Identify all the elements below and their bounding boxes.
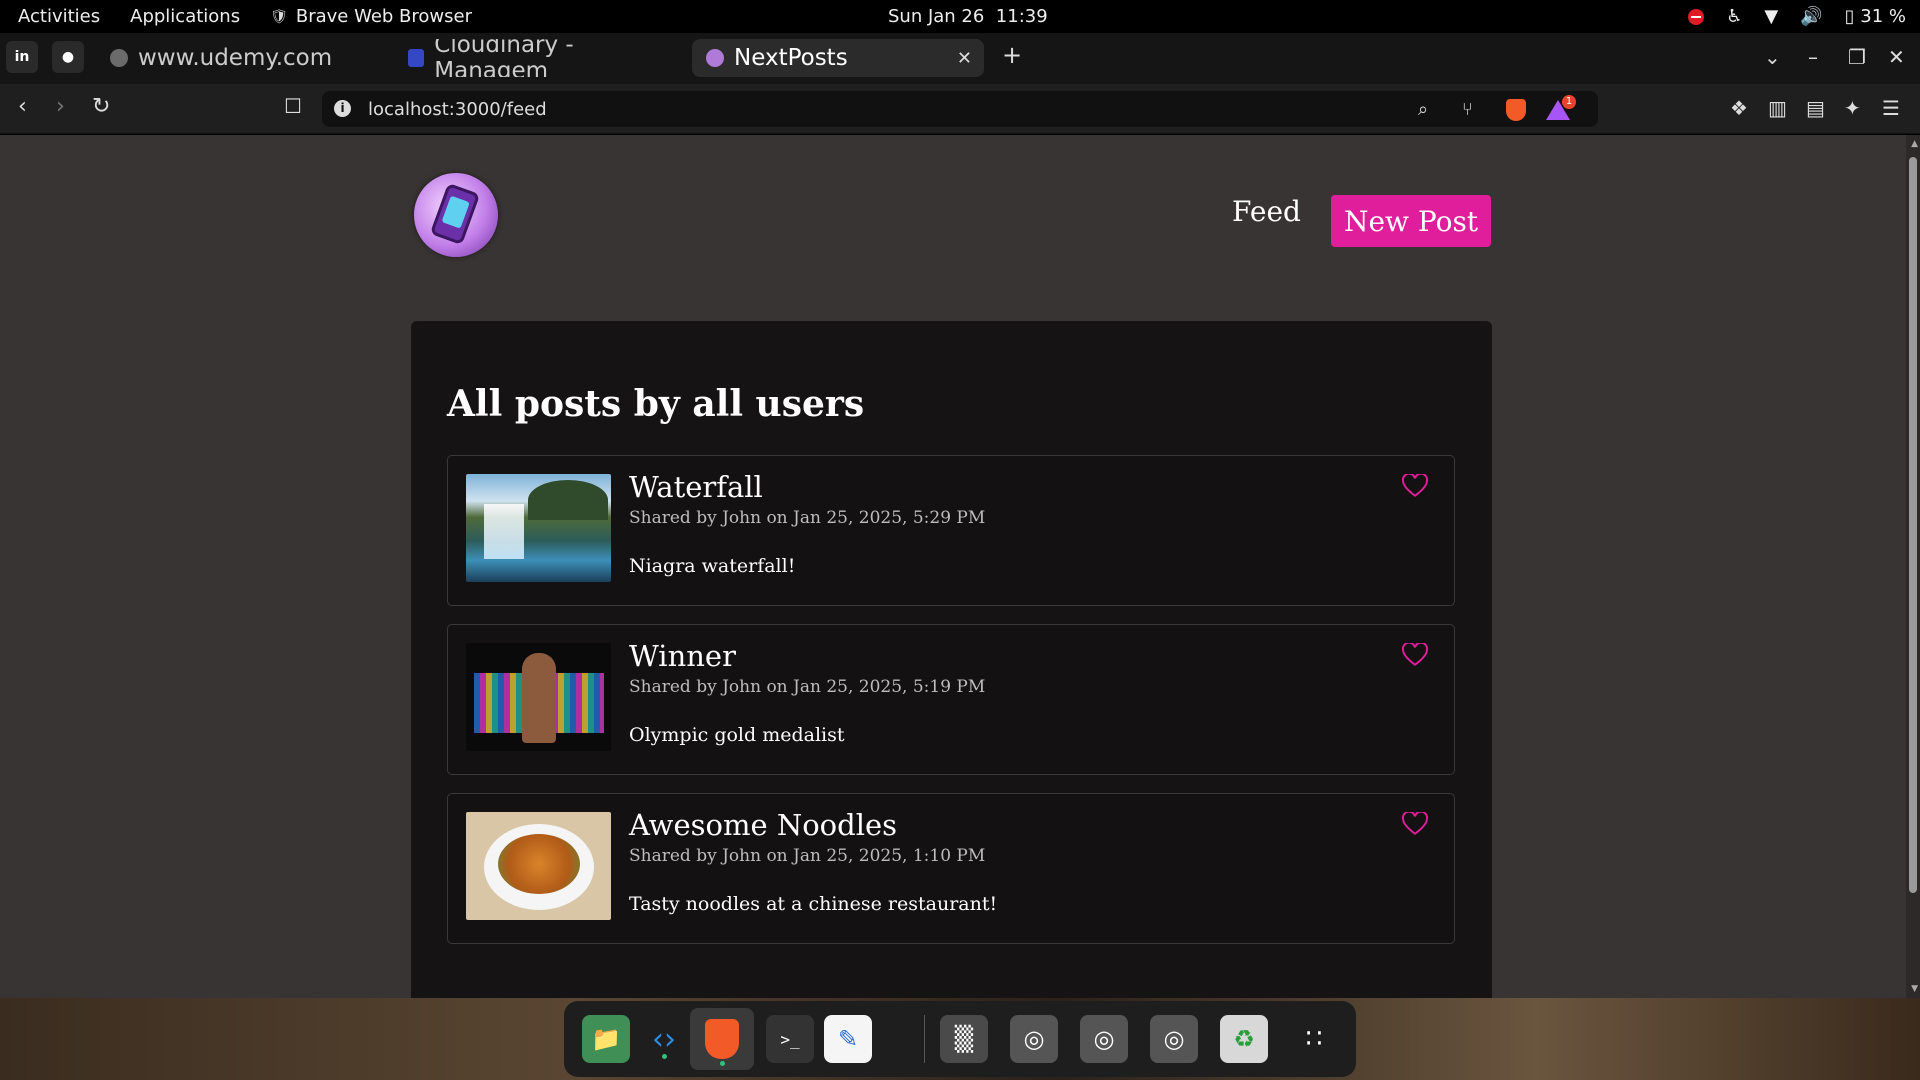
disk-icon[interactable]: ▒ [940,1015,988,1063]
volume-icon: 🔊 [1800,6,1823,27]
noodles-photo [466,812,611,920]
brave-icon[interactable] [690,1008,754,1070]
system-top-bar: Activities Applications 🛡 Brave Web Brow… [0,0,1920,33]
applications-menu[interactable]: Applications [130,6,240,27]
date-label: Sun Jan 26 [888,6,985,27]
medalist-photo [466,643,611,751]
udemy-icon [110,49,128,67]
pinned-tab-linkedin[interactable]: in [6,41,38,73]
minimize-icon[interactable]: – [1808,45,1818,69]
address-bar[interactable]: i localhost:3000/feed ⌕ ⑂ 1 [322,91,1598,127]
phone-logo-icon [429,182,481,246]
rewards-badge: 1 [1562,95,1576,109]
post-title: Awesome Noodles [629,808,898,842]
scroll-down-icon[interactable]: ▼ [1911,984,1918,994]
post-card: Awesome Noodles Shared by John on Jan 25… [447,793,1455,944]
time-label: 11:39 [995,6,1048,27]
back-icon[interactable]: ‹ [18,94,27,119]
close-tab-icon[interactable]: ✕ [957,48,972,69]
post-meta: Shared by John on Jan 25, 2025, 5:19 PM [629,677,986,697]
linkedin-icon: in [14,49,30,65]
optical-drive-icon[interactable]: ◎ [1150,1015,1198,1063]
zoom-icon[interactable]: ⌕ [1418,99,1428,120]
nextposts-icon [706,49,724,67]
app-grid-icon[interactable]: ∷ [1290,1015,1338,1063]
optical-drive-icon[interactable]: ◎ [1080,1015,1128,1063]
clock[interactable]: Sun Jan 26 11:39 [888,6,1048,27]
tab-label: Cloudinary - Managem [434,39,574,77]
nav-feed-link[interactable]: Feed [1232,195,1301,228]
wifi-icon: ▼ [1764,6,1779,27]
browser-tab-bar: in ● www.udemy.com Cloudinary - Managem … [0,33,1920,84]
active-app-indicator[interactable]: 🛡 Brave Web Browser [270,6,472,27]
accessibility-icon: ♿ [1726,6,1743,27]
heart-icon[interactable] [1402,812,1428,836]
tab-udemy[interactable]: www.udemy.com [96,39,346,77]
brave-icon: 🛡 [270,8,288,25]
browser-toolbar: ‹ › ↻ ☐ i localhost:3000/feed ⌕ ⑂ 1 ❖ ▥ … [0,84,1920,134]
post-body: Olympic gold medalist [629,724,845,746]
tab-cloudinary[interactable]: Cloudinary - Managem [394,39,684,77]
cloudinary-icon [408,49,425,67]
forward-icon[interactable]: › [56,94,65,119]
do-not-disturb-icon [1688,8,1705,25]
vscode-icon[interactable]: ‹› [640,1015,688,1063]
waterfall-photo [466,474,611,582]
new-post-button[interactable]: New Post [1331,195,1491,247]
tab-list-chevron-icon[interactable]: ⌄ [1764,45,1781,69]
extensions-icon[interactable]: ❖ [1730,96,1748,120]
page-viewport: Feed New Post All posts by all users Wat… [0,135,1920,998]
active-app-name: Brave Web Browser [295,6,472,27]
url-text[interactable]: localhost:3000/feed [368,99,547,120]
tab-nextposts[interactable]: NextPosts ✕ [692,39,984,77]
dock-separator [924,1015,925,1063]
brave-shields-icon[interactable] [1506,99,1526,121]
page-title: All posts by all users [447,383,865,425]
post-title: Winner [629,639,736,673]
post-image [466,643,611,751]
reload-icon[interactable]: ↻ [92,94,110,119]
pinned-tab-github[interactable]: ● [52,41,84,73]
post-image [466,812,611,920]
post-image [466,474,611,582]
feed-container: All posts by all users Waterfall Shared … [411,321,1492,998]
post-card: Waterfall Shared by John on Jan 25, 2025… [447,455,1455,606]
bookmark-icon[interactable]: ☐ [284,94,302,118]
trash-icon[interactable]: ♻ [1220,1015,1268,1063]
post-meta: Shared by John on Jan 25, 2025, 5:29 PM [629,508,986,528]
optical-drive-icon[interactable]: ◎ [1010,1015,1058,1063]
page-scrollbar[interactable]: ▲ ▼ [1906,135,1920,998]
scrollbar-thumb[interactable] [1909,157,1917,893]
new-tab-button[interactable]: + [1002,41,1022,69]
heart-icon[interactable] [1402,643,1428,667]
post-title: Waterfall [629,470,763,504]
text-editor-icon[interactable]: ✎ [824,1015,872,1063]
battery-level: 31 % [1860,6,1906,27]
scroll-up-icon[interactable]: ▲ [1911,139,1918,149]
site-logo[interactable] [414,173,498,257]
share-icon[interactable]: ⑂ [1462,99,1473,120]
leo-ai-icon[interactable]: ✦ [1844,96,1861,120]
tab-label: www.udemy.com [138,45,333,71]
post-body: Tasty noodles at a chinese restaurant! [629,893,998,915]
post-card: Winner Shared by John on Jan 25, 2025, 5… [447,624,1455,775]
menu-icon[interactable]: ☰ [1882,96,1900,120]
site-info-icon[interactable]: i [334,100,351,117]
battery-icon: ▯ [1844,6,1855,27]
restore-icon[interactable]: ❐ [1848,45,1866,69]
github-icon: ● [61,49,75,65]
close-window-icon[interactable]: ✕ [1888,45,1905,69]
terminal-icon[interactable]: >_ [766,1015,814,1063]
sidebar-icon[interactable]: ▥ [1768,96,1787,120]
system-tray[interactable]: ♿ ▼ 🔊 ▯ 31 % [1688,6,1906,27]
post-body: Niagra waterfall! [629,555,796,577]
activities-button[interactable]: Activities [18,6,100,27]
wallet-icon[interactable]: ▤ [1806,96,1825,120]
dock: 📁 ‹› >_ ✎ ▒ ◎ ◎ ◎ ♻ ∷ [564,1001,1356,1077]
tab-label: NextPosts [734,45,848,71]
files-icon[interactable]: 📁 [582,1015,630,1063]
battery-indicator: ▯ 31 % [1845,6,1906,27]
post-meta: Shared by John on Jan 25, 2025, 1:10 PM [629,846,986,866]
heart-icon[interactable] [1402,474,1428,498]
